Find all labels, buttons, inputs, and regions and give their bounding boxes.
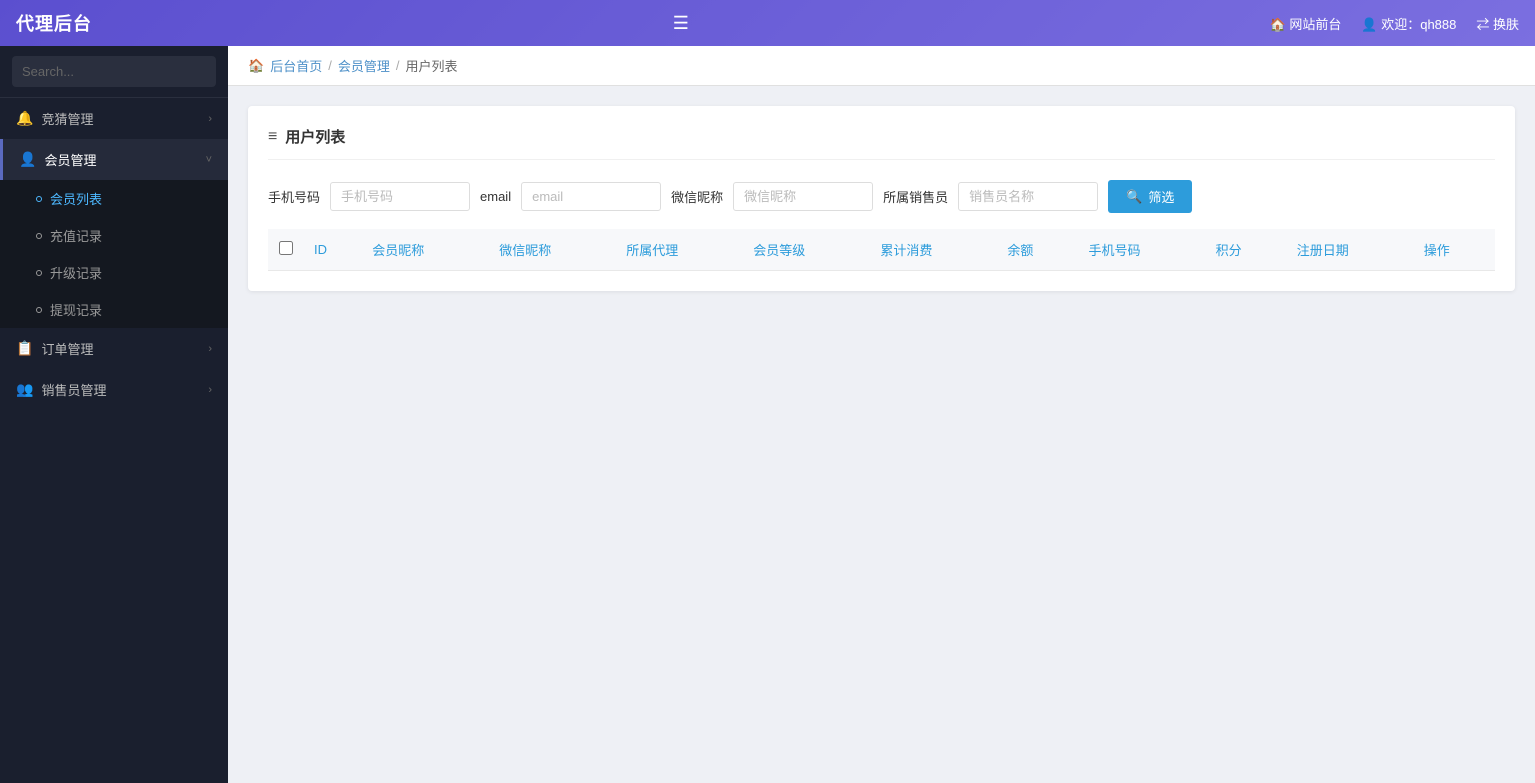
chevron-right-icon-3: › <box>208 384 212 396</box>
switch-skin-button[interactable]: ⇄ 换肤 <box>1476 14 1519 33</box>
content-area: 🏠 后台首页 / 会员管理 / 用户列表 ≡ 用户列表 手机号码 email <box>228 46 1535 783</box>
main-card: ≡ 用户列表 手机号码 email 微信昵称 所属销售员 🔍 筛选 <box>248 106 1515 291</box>
sidebar-label-jingsai: 竞猜管理 <box>41 109 93 128</box>
sidebar-item-xiaoshou[interactable]: 👥 销售员管理 › <box>0 369 228 410</box>
dot-icon <box>36 270 42 276</box>
sidebar-item-tixian[interactable]: 提现记录 <box>0 291 228 328</box>
list-icon: ≡ <box>268 128 277 146</box>
col-wechat-nickname: 微信昵称 <box>489 229 616 271</box>
col-register-date: 注册日期 <box>1287 229 1414 271</box>
sidebar-item-shengji[interactable]: 升级记录 <box>0 254 228 291</box>
col-member-nickname: 会员昵称 <box>362 229 489 271</box>
sidebar: 🔍 🔔 竞猜管理 › 👤 会员管理 ˅ 会员列表 <box>0 46 228 783</box>
seller-label: 所属销售员 <box>883 187 948 206</box>
sidebar-item-huiyuan-list[interactable]: 会员列表 <box>0 180 228 217</box>
sidebar-label-tixian: 提现记录 <box>50 300 102 319</box>
sidebar-item-dingdan[interactable]: 📋 订单管理 › <box>0 328 228 369</box>
search-button[interactable]: 🔍 <box>208 56 216 87</box>
col-checkbox <box>268 229 304 271</box>
filter-btn-label: 筛选 <box>1148 187 1174 206</box>
col-id: ID <box>304 229 362 271</box>
select-all-checkbox[interactable] <box>279 241 293 255</box>
sidebar-label-dingdan: 订单管理 <box>41 339 93 358</box>
phone-label: 手机号码 <box>268 187 320 206</box>
app-logo: 代理后台 <box>16 10 92 36</box>
dot-icon <box>36 233 42 239</box>
sidebar-label-huiyuan: 会员管理 <box>44 150 96 169</box>
col-actions: 操作 <box>1414 229 1495 271</box>
user-icon: 👤 <box>19 151 36 168</box>
filter-button[interactable]: 🔍 筛选 <box>1108 180 1192 213</box>
col-points: 积分 <box>1206 229 1287 271</box>
col-phone: 手机号码 <box>1079 229 1206 271</box>
email-input[interactable] <box>521 182 661 211</box>
salesperson-icon: 👥 <box>16 381 33 398</box>
col-affiliated-agent: 所属代理 <box>616 229 743 271</box>
sidebar-item-chongzhi[interactable]: 充值记录 <box>0 217 228 254</box>
filter-row: 手机号码 email 微信昵称 所属销售员 🔍 筛选 <box>268 180 1495 213</box>
breadcrumb-current: 用户列表 <box>405 56 457 75</box>
chevron-right-icon-2: › <box>208 343 212 355</box>
seller-input[interactable] <box>958 182 1098 211</box>
dot-icon <box>36 307 42 313</box>
breadcrumb-sep-1: / <box>328 58 332 73</box>
dot-icon <box>36 196 42 202</box>
page-content: ≡ 用户列表 手机号码 email 微信昵称 所属销售员 🔍 筛选 <box>228 86 1535 783</box>
table-wrap: ID 会员昵称 微信昵称 所属代理 会员等级 累计消费 余额 手机号码 积分 注… <box>268 229 1495 271</box>
user-table: ID 会员昵称 微信昵称 所属代理 会员等级 累计消费 余额 手机号码 积分 注… <box>268 229 1495 271</box>
site-link[interactable]: 🏠 网站前台 <box>1270 14 1342 33</box>
bell-icon: 🔔 <box>16 110 33 127</box>
search-input[interactable] <box>12 57 208 86</box>
col-total-consumption: 累计消费 <box>870 229 997 271</box>
chevron-down-icon: ˅ <box>206 154 212 166</box>
chevron-right-icon: › <box>208 113 212 125</box>
breadcrumb-parent-link[interactable]: 会员管理 <box>338 56 390 75</box>
sidebar-label-shengji: 升级记录 <box>50 263 102 282</box>
email-label: email <box>480 189 511 204</box>
sidebar-search-container: 🔍 <box>0 46 228 98</box>
phone-input[interactable] <box>330 182 470 211</box>
sidebar-item-huiyuan[interactable]: 👤 会员管理 ˅ <box>0 139 228 180</box>
breadcrumb: 🏠 后台首页 / 会员管理 / 用户列表 <box>228 46 1535 86</box>
sidebar-item-jingsai[interactable]: 🔔 竞猜管理 › <box>0 98 228 139</box>
order-icon: 📋 <box>16 340 33 357</box>
card-title: ≡ 用户列表 <box>268 126 1495 160</box>
page-title: 用户列表 <box>285 126 345 147</box>
breadcrumb-home-link[interactable]: 后台首页 <box>270 56 322 75</box>
sub-nav-huiyuan: 会员列表 充值记录 升级记录 提现记录 <box>0 180 228 328</box>
sidebar-label-huiyuan-list: 会员列表 <box>50 189 102 208</box>
wechat-label: 微信昵称 <box>671 187 723 206</box>
breadcrumb-sep-2: / <box>396 58 400 73</box>
col-balance: 余额 <box>997 229 1078 271</box>
sidebar-label-xiaoshou: 销售员管理 <box>41 380 106 399</box>
breadcrumb-home-icon: 🏠 <box>248 58 264 74</box>
col-member-level: 会员等级 <box>743 229 870 271</box>
sidebar-label-chongzhi: 充值记录 <box>50 226 102 245</box>
user-welcome: 👤 欢迎：qh888 <box>1361 14 1456 33</box>
menu-toggle-icon[interactable]: ☰ <box>665 9 697 38</box>
wechat-input[interactable] <box>733 182 873 211</box>
search-icon: 🔍 <box>1126 189 1142 205</box>
